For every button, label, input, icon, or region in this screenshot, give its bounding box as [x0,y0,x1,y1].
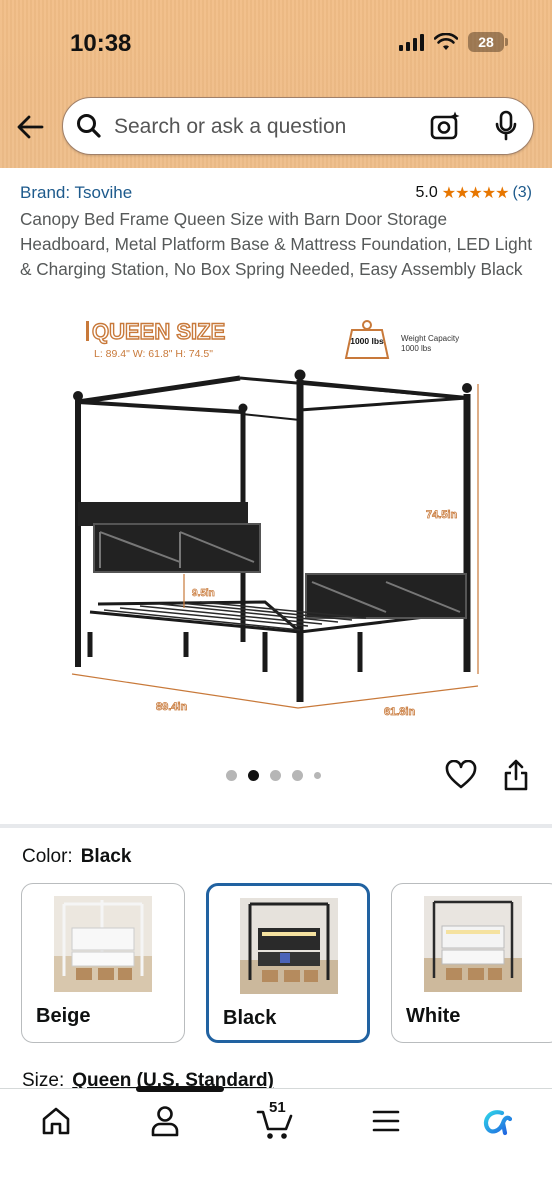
length-label: 89.4in [156,701,187,713]
base-dimension-lines [71,673,479,709]
selected-color: Black [80,846,132,867]
white-bed-thumbnail [424,896,522,992]
home-icon[interactable] [40,1105,72,1137]
finial [462,383,472,393]
brand-rating-row: Brand: Tsovihe 5.0 ★★★★★ (3) [20,183,532,205]
rufus-assistant-icon[interactable] [480,1107,512,1137]
battery-icon: 28 [468,32,508,52]
app-header: 10:38 28 Search or ask a question [0,0,552,168]
headboard-top [78,502,248,526]
carousel-dot-active[interactable] [248,770,259,781]
width-label: 61.8in [384,706,415,718]
cart-icon[interactable] [256,1107,294,1141]
scroll-indicator [136,1086,224,1092]
search-bar[interactable]: Search or ask a question [62,97,534,155]
product-image[interactable]: QUEEN SIZE L: 89.4" W: 61.8" H: 74.5" 10… [60,312,492,720]
section-divider [0,824,552,828]
finial [73,391,83,401]
carousel-dot[interactable] [292,770,303,781]
rating-count[interactable]: (3) [512,184,532,202]
search-input[interactable]: Search or ask a question [114,115,346,139]
color-option-white[interactable]: White [391,883,552,1043]
status-time: 10:38 [70,30,132,57]
star-rating-icon: ★★★★★ [441,185,510,202]
carousel-dot[interactable] [226,770,237,781]
bottom-navigation-bar: 51 [0,1086,552,1200]
headboard-panel [93,523,261,573]
size-label: Size: [22,1070,65,1088]
color-label: Color: [22,846,73,867]
weight-badge-text: 1000 lbs [350,336,384,346]
microphone-icon[interactable] [493,110,519,142]
back-arrow-icon[interactable] [14,110,48,144]
share-icon[interactable] [502,758,530,792]
heading-bar [86,321,89,341]
wifi-icon [434,33,458,50]
carousel-indicator[interactable] [226,770,321,781]
cellular-signal-icon [399,33,424,51]
rating-value: 5.0 [415,184,438,201]
rating-summary[interactable]: 5.0 ★★★★★ (3) [415,183,532,203]
finial [294,369,306,381]
weight-caption-2: 1000 lbs [401,344,431,353]
status-icons: 28 [399,32,508,52]
beige-bed-thumbnail [54,896,152,992]
search-icon [77,114,101,138]
color-selector-header: Color: Black [22,846,131,868]
weight-caption-1: Weight Capacity [401,334,459,343]
carousel-dot[interactable] [314,772,321,779]
color-option-beige[interactable]: Beige [21,883,185,1043]
menu-icon[interactable] [372,1109,400,1133]
product-title: Canopy Bed Frame Queen Size with Barn Do… [20,209,533,279]
color-option-black[interactable]: Black [206,883,370,1043]
height-label: 74.5in [426,509,457,521]
camera-search-icon[interactable] [429,110,461,142]
brand-link[interactable]: Brand: Tsovihe [20,183,132,203]
carousel-dot[interactable] [270,770,281,781]
finial [238,403,248,413]
heart-icon[interactable] [445,760,477,790]
color-option-label: Beige [36,1005,91,1027]
black-bed-thumbnail [240,898,338,994]
color-option-label: Black [223,1007,277,1029]
color-option-label: White [406,1005,461,1027]
account-icon[interactable] [150,1105,180,1137]
clearance-label: 9.5in [192,588,215,599]
image-dimensions: L: 89.4" W: 61.8" H: 74.5" [94,348,213,360]
image-heading: QUEEN SIZE [92,319,225,344]
